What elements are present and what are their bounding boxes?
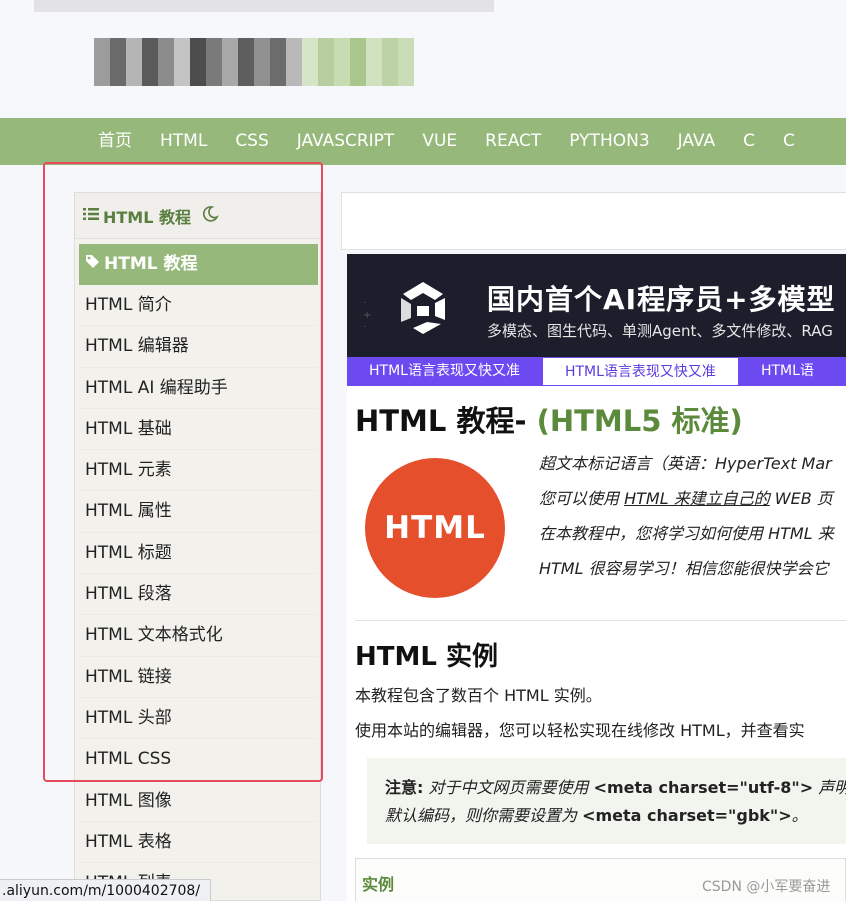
intro-text: 超文本标记语言（英语：HyperText Mar 您可以使用 HTML 来建立自… xyxy=(539,452,846,592)
title-accent: (HTML5 标准) xyxy=(536,404,743,438)
intro-text-span: WEB 页 xyxy=(769,489,833,508)
sidebar-item-images[interactable]: HTML 图像 xyxy=(79,781,318,822)
nav-python3[interactable]: PYTHON3 xyxy=(555,118,663,165)
paragraph: 使用本站的编辑器，您可以轻松实现在线修改 HTML，并查看实 xyxy=(355,721,805,740)
note-text: 默认编码，则你需要设置为 xyxy=(385,806,583,825)
note-text: 对于中文网页需要使用 xyxy=(423,778,594,797)
note-code: <meta charset="utf-8"> xyxy=(593,778,814,797)
banner-title: 国内首个AI程序员+多模型 xyxy=(487,283,836,316)
ad-banner[interactable]: · + · 国内首个AI程序员+多模型 多模态、图生代码、单测Agent、多文件修改… xyxy=(347,254,846,386)
sidebar-item-basics[interactable]: HTML 基础 xyxy=(79,409,318,451)
nav-react[interactable]: REACT xyxy=(471,118,555,165)
sidebar-item-elements[interactable]: HTML 元素 xyxy=(79,450,318,492)
intro-link[interactable]: HTML 来建立自己的 xyxy=(624,489,770,508)
sidebar-header: HTML 教程 xyxy=(75,193,320,239)
section-title: HTML 实例 xyxy=(355,642,498,672)
nav-home[interactable]: 首页 xyxy=(84,118,146,165)
site-logo-blurred[interactable] xyxy=(94,38,420,86)
watermark: CSDN @小军要奋进 xyxy=(702,879,831,895)
nav-c[interactable]: C xyxy=(729,118,769,165)
example-label: 实例 xyxy=(362,875,395,894)
article-content: HTML 教程- (HTML5 标准) HTML 超文本标记语言（英语：Hype… xyxy=(347,386,846,901)
html-logo-icon: HTML xyxy=(365,458,505,598)
sidebar-item-html-tutorial[interactable]: HTML 教程 xyxy=(79,244,318,285)
nav-cpp[interactable]: C xyxy=(769,118,809,165)
status-bar-url: .aliyun.com/m/1000402708/ xyxy=(0,879,212,901)
html-logo-text: HTML xyxy=(384,510,486,546)
list-icon xyxy=(83,206,99,225)
tag-icon xyxy=(85,244,100,285)
browser-bar-strip xyxy=(34,0,494,12)
sidebar-item-paragraphs[interactable]: HTML 段落 xyxy=(79,574,318,616)
sidebar-item-head[interactable]: HTML 头部 xyxy=(79,698,318,740)
note-code: <meta charset="gbk"> xyxy=(582,806,792,825)
banner-tab[interactable]: HTML语言表现又快又准 xyxy=(347,357,542,386)
page-title: HTML 教程- (HTML5 标准) xyxy=(355,398,743,440)
note-text: 。 xyxy=(791,806,808,825)
nav-vue[interactable]: VUE xyxy=(408,118,471,165)
banner-tab[interactable]: HTML语 xyxy=(739,357,836,386)
intro-line-1: 超文本标记语言（英语：HyperText Mar xyxy=(539,454,832,473)
sidebar-item-label: HTML 教程 xyxy=(104,254,198,274)
note-text: 声明 xyxy=(818,778,846,797)
moon-icon[interactable] xyxy=(201,205,219,227)
note-line-2: 默认编码，则你需要设置为 <meta charset="gbk">。 xyxy=(385,802,846,830)
nav-java[interactable]: JAVA xyxy=(664,118,729,165)
title-main: HTML 教程- xyxy=(355,404,537,438)
intro-text-span: 您可以使用 xyxy=(539,489,625,508)
note-line-1: 注意: 对于中文网页需要使用 <meta charset="utf-8"> 声明 xyxy=(385,774,846,802)
main-nav: 首页 HTML CSS JAVASCRIPT VUE REACT PYTHON3… xyxy=(0,118,846,165)
sidebar-item-tables[interactable]: HTML 表格 xyxy=(79,822,318,864)
note-box: 注意: 对于中文网页需要使用 <meta charset="utf-8"> 声明… xyxy=(367,758,846,844)
sidebar-item-editor[interactable]: HTML 编辑器 xyxy=(79,326,318,368)
nav-html[interactable]: HTML xyxy=(146,118,221,165)
sidebar-item-attributes[interactable]: HTML 属性 xyxy=(79,491,318,533)
banner-tabs: HTML语言表现又快又准 HTML语言表现又快又准 HTML语 xyxy=(347,357,846,386)
sidebar-list: HTML 教程 HTML 简介 HTML 编辑器 HTML AI 编程助手 HT… xyxy=(75,239,320,900)
nav-javascript[interactable]: JAVASCRIPT xyxy=(283,118,409,165)
nav-css[interactable]: CSS xyxy=(221,118,282,165)
divider xyxy=(355,620,846,621)
intro-line-2: 您可以使用 HTML 来建立自己的 WEB 页 xyxy=(539,487,846,522)
sidebar-item-css[interactable]: HTML CSS xyxy=(79,739,318,781)
paragraph: 本教程包含了数百个 HTML 实例。 xyxy=(355,686,602,705)
ai-logo-icon xyxy=(391,276,455,340)
sidebar-title: HTML 教程 xyxy=(103,207,191,227)
banner-subtitle: 多模态、图生代码、单测Agent、多文件修改、RAG xyxy=(487,322,833,340)
note-label: 注意: xyxy=(385,778,424,797)
tutorial-sidebar: HTML 教程 HTML 教程 HTML 简介 HTML 编辑器 HTML AI… xyxy=(74,192,321,901)
decor-dots-icon: · + · xyxy=(363,298,372,333)
content-top-panel xyxy=(341,192,846,250)
sidebar-item-ai-assistant[interactable]: HTML AI 编程助手 xyxy=(79,368,318,409)
sidebar-item-headings[interactable]: HTML 标题 xyxy=(79,533,318,575)
sidebar-item-intro[interactable]: HTML 简介 xyxy=(79,285,318,327)
sidebar-item-formatting[interactable]: HTML 文本格式化 xyxy=(79,615,318,657)
intro-line-3: 在本教程中，您将学习如何使用 HTML 来 xyxy=(539,524,834,543)
sidebar-item-links[interactable]: HTML 链接 xyxy=(79,657,318,698)
banner-tab-selected[interactable]: HTML语言表现又快又准 xyxy=(541,357,739,386)
intro-line-4: HTML 很容易学习！相信您能很快学会它 xyxy=(539,559,829,578)
